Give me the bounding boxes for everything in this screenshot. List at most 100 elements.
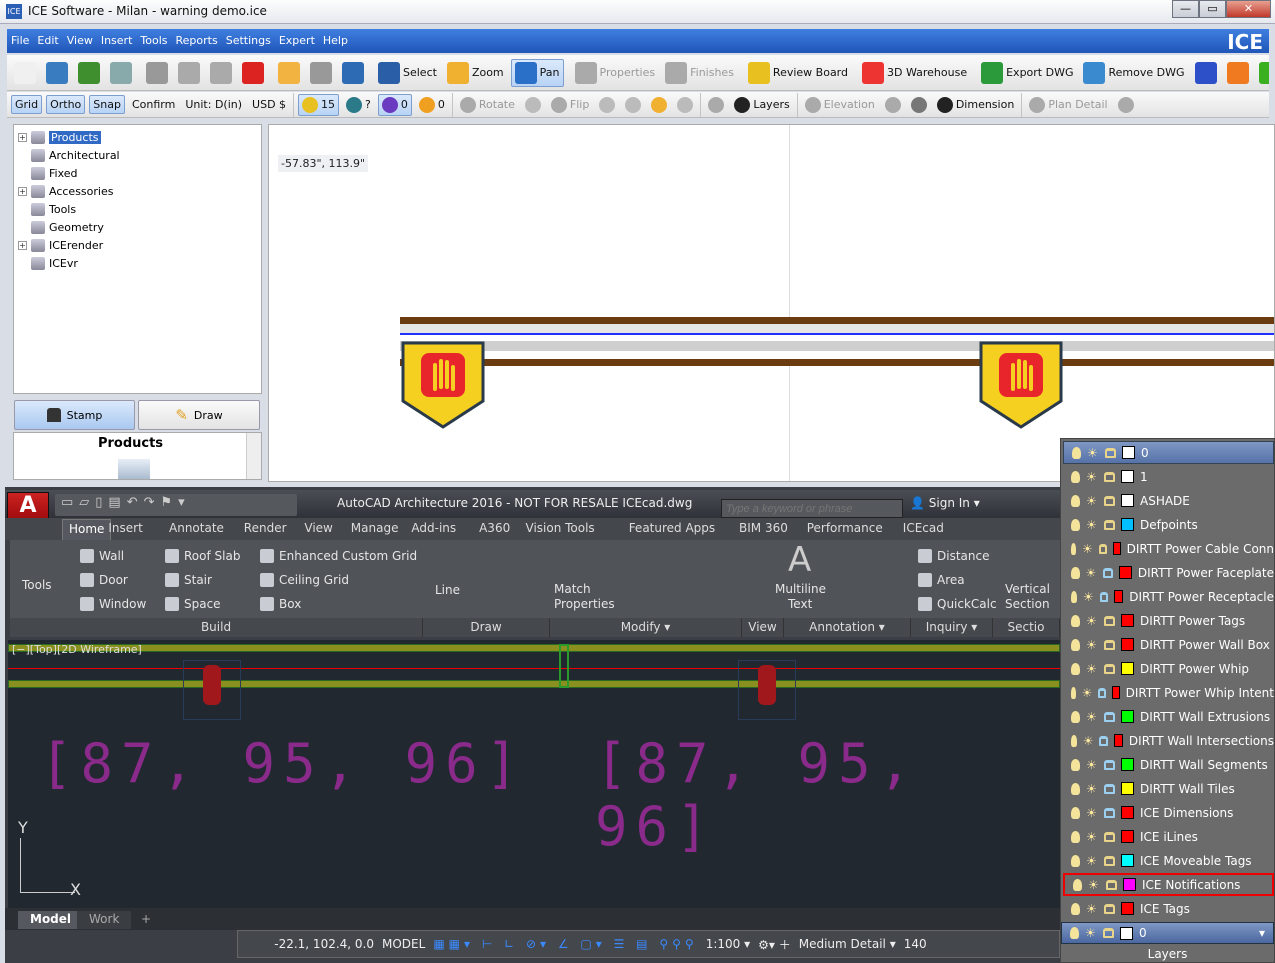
sign-in-button[interactable]: 👤 Sign In ▾ (910, 496, 980, 510)
drafting-toggles[interactable]: ▦▦▾ ⊢ ∟ ⊘▾ ∠ ▢▾ ☰ ▤ ⚲⚲⚲ (433, 937, 697, 951)
layer-row[interactable]: ☀ DIRTT Power Whip Intent (1063, 681, 1274, 704)
freeze-icon[interactable]: ☀ (1087, 447, 1099, 459)
lock-open-icon[interactable] (1104, 831, 1115, 842)
help-search-input[interactable] (721, 499, 903, 518)
lock-open-icon[interactable] (1104, 639, 1115, 650)
elevation-button[interactable]: Elevation (802, 95, 878, 115)
layer-color-swatch[interactable] (1121, 470, 1134, 483)
tree-node[interactable]: + Products (18, 128, 261, 146)
warning-tag[interactable] (738, 660, 796, 720)
warning-shield-icon[interactable] (401, 341, 485, 429)
layers-button[interactable]: Layers (731, 95, 792, 115)
model-space-toggle[interactable]: MODEL (382, 937, 425, 951)
layer-on-icon[interactable] (1071, 470, 1080, 483)
menu-insert[interactable]: Insert (97, 29, 137, 47)
freeze-icon[interactable]: ☀ (1086, 831, 1098, 843)
tree-line[interactable] (18, 259, 27, 268)
lock-open-icon[interactable] (1098, 543, 1107, 554)
quick-access-toolbar[interactable]: ▭▱▯▤↶↷⚑▾ (55, 494, 297, 516)
layer-color-swatch[interactable] (1112, 542, 1121, 555)
stair-button[interactable]: Stair (165, 573, 212, 587)
lock-open-icon[interactable] (1104, 615, 1115, 626)
layer-color-swatch[interactable] (1121, 662, 1134, 675)
wall-button[interactable]: Wall (80, 549, 124, 563)
workspace-gear-icon[interactable]: ⚙▾ ＋ (758, 936, 791, 953)
lock-open-icon[interactable] (1104, 903, 1115, 914)
redo-button[interactable] (307, 60, 335, 86)
unit-d-in--button[interactable]: Unit: D(in) (182, 96, 245, 113)
products-scrollbar[interactable] (246, 433, 261, 479)
freeze-icon[interactable]: ☀ (1086, 783, 1098, 795)
tab-performance[interactable]: Performance (807, 521, 883, 535)
layer-on-icon[interactable] (1073, 878, 1082, 891)
layer-color-swatch[interactable] (1121, 758, 1134, 771)
rotate-button[interactable]: Rotate (457, 95, 518, 115)
quickcalc-button[interactable]: QuickCalc (918, 597, 997, 611)
ice-drawing-canvas[interactable]: -57.83", 113.9" (268, 124, 1275, 482)
layer-color-swatch[interactable] (1114, 590, 1124, 603)
menu-tools[interactable]: Tools (136, 29, 171, 47)
dimension-button[interactable]: Dimension (934, 95, 1017, 115)
line-button[interactable]: Line (435, 583, 460, 597)
layer-on-icon[interactable] (1071, 782, 1080, 795)
layer-on-icon[interactable] (1071, 566, 1080, 579)
tab-work[interactable]: Work (77, 911, 132, 929)
menu-help[interactable]: Help (319, 29, 352, 47)
tab-insert[interactable]: Insert (108, 521, 142, 535)
lock-open-icon[interactable] (1106, 879, 1117, 890)
3d-warehouse-button[interactable]: 3D Warehouse (859, 60, 970, 86)
door-button[interactable]: Door (80, 573, 128, 587)
layer-color-swatch[interactable] (1121, 902, 1134, 915)
ceiling-grid-button[interactable]: Ceiling Grid (260, 573, 349, 587)
tab-annotate[interactable]: Annotate (169, 521, 224, 535)
layer-color-swatch[interactable] (1121, 830, 1134, 843)
0-button[interactable]: 0 (416, 95, 448, 115)
wall-connector[interactable] (559, 644, 569, 688)
layer-row[interactable]: ☀ DIRTT Power Whip (1063, 657, 1274, 680)
freeze-icon[interactable]: ☀ (1086, 663, 1098, 675)
layer-on-icon[interactable] (1071, 710, 1080, 723)
layer-on-icon[interactable] (1071, 518, 1080, 531)
maximize-button[interactable]: ▭ (1199, 0, 1226, 18)
layer-color-swatch[interactable] (1121, 710, 1134, 723)
freeze-icon[interactable]: ☀ (1086, 471, 1098, 483)
lock-open-icon[interactable] (1104, 495, 1115, 506)
--button[interactable]: ? (343, 95, 374, 115)
confirm-button[interactable]: Confirm (129, 96, 178, 113)
layer-row[interactable]: ☀ 0 (1063, 441, 1274, 464)
product-thumbnail[interactable] (118, 459, 150, 479)
layer-row[interactable]: ☀ Defpoints (1063, 513, 1274, 536)
tab-a360[interactable]: A360 (479, 521, 510, 535)
tree-line[interactable] (18, 169, 27, 178)
cube-button[interactable] (1224, 60, 1252, 86)
layer-on-icon[interactable] (1071, 758, 1080, 771)
delete-button[interactable] (239, 60, 267, 86)
expand-icon[interactable]: + (18, 132, 27, 142)
plan-detail-button[interactable]: Plan Detail (1026, 95, 1110, 115)
freeze-icon[interactable]: ☀ (1086, 903, 1098, 915)
layer-on-icon[interactable] (1071, 854, 1080, 867)
finishes-button[interactable]: Finishes (662, 60, 737, 86)
tab-bim-360[interactable]: BIM 360 (739, 521, 788, 535)
flip-button[interactable]: Flip (548, 95, 592, 115)
layer-on-icon[interactable] (1071, 590, 1077, 603)
align-v-button[interactable] (622, 95, 644, 115)
lock-closed-icon[interactable] (1104, 711, 1115, 722)
layer-row[interactable]: ☀ ICE Tags (1063, 897, 1274, 920)
layer-color-swatch[interactable] (1121, 854, 1134, 867)
tree-node[interactable]: Fixed (18, 164, 261, 182)
menu-expert[interactable]: Expert (275, 29, 319, 47)
distance-button[interactable]: Distance (918, 549, 989, 563)
annotation-scale[interactable]: 1:100 ▾ (706, 937, 750, 951)
enhanced-custom-grid-button[interactable]: Enhanced Custom Grid (260, 549, 417, 563)
power-button[interactable] (648, 95, 670, 115)
layer-on-icon[interactable] (1071, 662, 1080, 675)
lock-closed-icon[interactable] (1098, 687, 1106, 698)
layer-color-swatch[interactable] (1121, 614, 1134, 627)
lock-closed-icon[interactable] (1104, 759, 1115, 770)
grid-layers-button[interactable] (705, 95, 727, 115)
layer-color-swatch[interactable] (1119, 566, 1132, 579)
lock-open-icon[interactable] (1104, 855, 1115, 866)
undo-button[interactable] (275, 60, 303, 86)
tab-vision-tools[interactable]: Vision Tools (526, 521, 595, 535)
